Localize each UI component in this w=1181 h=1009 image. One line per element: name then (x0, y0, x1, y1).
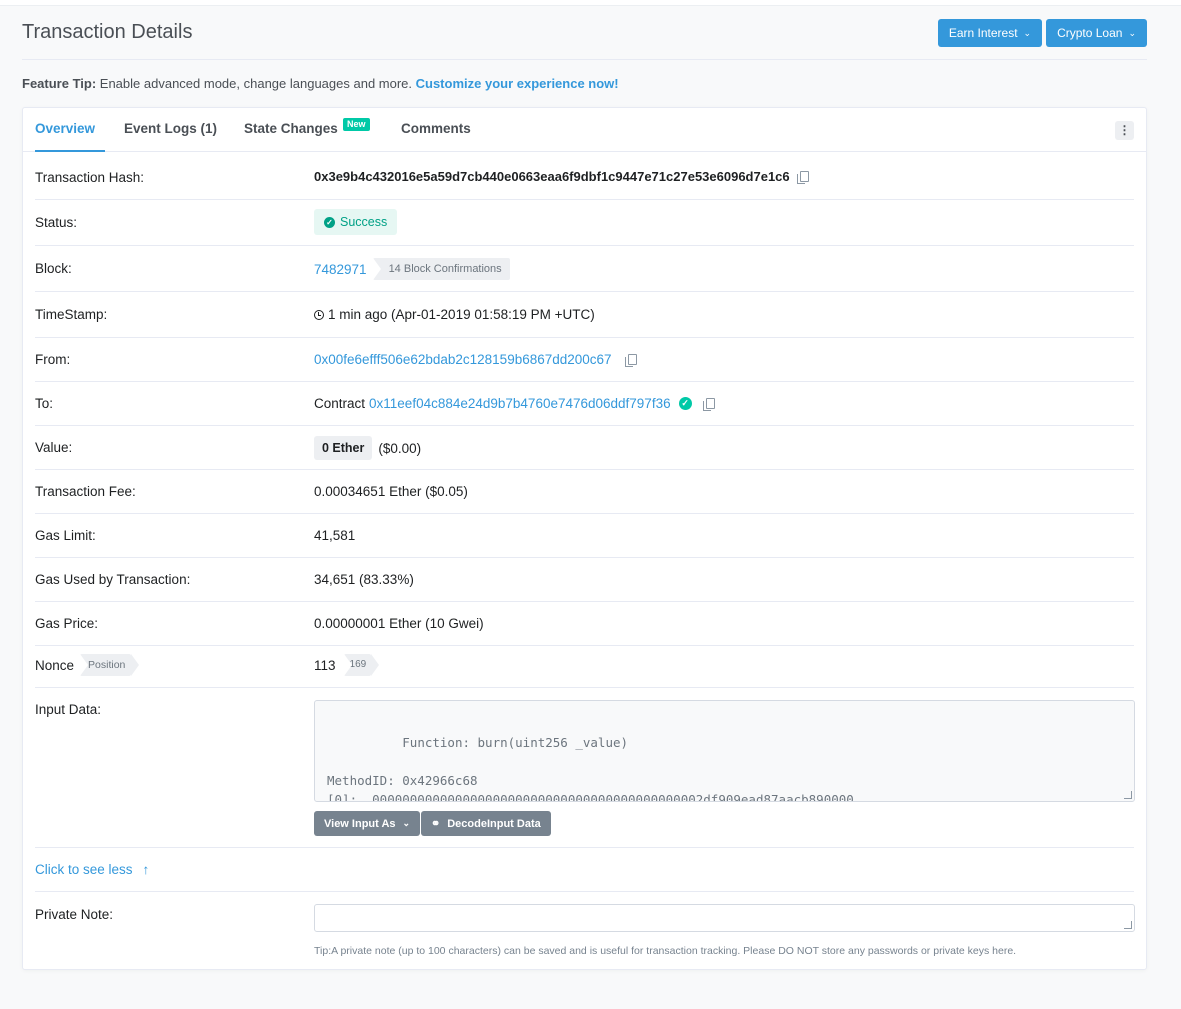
tab-comments[interactable]: Comments (401, 108, 471, 152)
hash-value-wrap: 0x3e9b4c432016e5a59d7cb440e0663eaa6f9dbf… (314, 169, 809, 184)
gas-used-value: 34,651 (83.33%) (314, 572, 414, 587)
copy-icon[interactable] (702, 398, 715, 411)
tab-overview[interactable]: Overview (35, 108, 105, 152)
input-data-text: Function: burn(uint256 _value) MethodID:… (327, 735, 854, 802)
resize-handle-icon[interactable] (1124, 791, 1132, 799)
see-less-link[interactable]: Click to see less ↑ (35, 862, 149, 877)
decode-input-label: DecodeInput Data (447, 817, 541, 830)
copy-icon[interactable] (624, 354, 637, 367)
view-input-as-button[interactable]: View Input As ⌄ (314, 811, 421, 836)
row-gas-used: Gas Used by Transaction: 34,651 (83.33%) (35, 558, 1134, 602)
block-label: Block: (35, 261, 72, 276)
row-block: Block: 7482971 14 Block Confirmations (35, 246, 1134, 292)
block-number-link[interactable]: 7482971 (314, 262, 367, 277)
chevron-down-icon: ⌄ (402, 818, 411, 828)
decode-input-button[interactable]: ⚭ DecodeInput Data (421, 811, 551, 836)
from-address-link[interactable]: 0x00fe6efff506e62bdab2c128159b6867dd200c… (314, 352, 612, 367)
from-value-wrap: 0x00fe6efff506e62bdab2c128159b6867dd200c… (314, 352, 637, 367)
earn-interest-label: Earn Interest (948, 26, 1018, 40)
to-prefix: Contract (314, 396, 366, 411)
earn-interest-button[interactable]: Earn Interest ⌄ (937, 19, 1043, 47)
from-label: From: (35, 352, 71, 367)
feature-tip: Feature Tip: Enable advanced mode, chang… (22, 76, 619, 91)
row-timestamp: TimeStamp: 1 min ago (Apr-01-2019 01:58:… (35, 292, 1134, 338)
row-gas-limit: Gas Limit: 41,581 (35, 514, 1134, 558)
input-data-textarea[interactable]: Function: burn(uint256 _value) MethodID:… (314, 700, 1135, 802)
row-see-less: Click to see less ↑ (35, 848, 1134, 892)
value-wrap: 0 Ether ($0.00) (314, 436, 421, 460)
header-buttons: Earn Interest ⌄ Crypto Loan ⌄ (937, 19, 1147, 47)
position-value-badge: 169 (343, 654, 379, 676)
feature-tip-label: Feature Tip: (22, 76, 97, 91)
status-badge: ✓ Success (314, 209, 398, 235)
timestamp-value: 1 min ago (Apr-01-2019 01:58:19 PM +UTC) (328, 307, 595, 322)
gas-price-value: 0.00000001 Ether (10 Gwei) (314, 616, 484, 631)
timestamp-label: TimeStamp: (35, 307, 108, 322)
chevron-down-icon: ⌄ (1128, 27, 1136, 38)
to-label: To: (35, 396, 54, 411)
private-note-tip: Tip:A private note (up to 100 characters… (314, 945, 1017, 957)
page-header: Transaction Details Earn Interest ⌄ Cryp… (22, 6, 1147, 60)
nonce-value: 113 (314, 657, 336, 673)
fee-value: 0.00034651 Ether ($0.05) (314, 484, 468, 499)
block-value-wrap: 7482971 14 Block Confirmations (314, 258, 510, 280)
status-text: Success (340, 215, 388, 229)
fee-label: Transaction Fee: (35, 484, 136, 499)
row-status: Status: ✓ Success (35, 200, 1134, 246)
row-transaction-hash: Transaction Hash: 0x3e9b4c432016e5a59d7c… (35, 152, 1134, 200)
to-value-wrap: Contract 0x11eef04c884e24d9b7b4760e7476d… (314, 396, 715, 411)
tab-state-changes[interactable]: State Changes (244, 108, 338, 152)
see-less-text: Click to see less (35, 862, 133, 877)
feature-tip-text: Enable advanced mode, change languages a… (96, 76, 416, 91)
verified-check-icon: ✓ (678, 397, 692, 410)
main-container: Transaction Details Earn Interest ⌄ Cryp… (22, 6, 1147, 970)
row-from: From: 0x00fe6efff506e62bdab2c128159b6867… (35, 338, 1134, 382)
input-data-label: Input Data: (35, 702, 102, 717)
hash-label: Transaction Hash: (35, 170, 145, 185)
nonce-label: Nonce (35, 657, 75, 673)
row-value: Value: 0 Ether ($0.00) (35, 426, 1134, 470)
check-circle-icon: ✓ (324, 216, 335, 228)
gas-limit-label: Gas Limit: (35, 528, 96, 543)
gas-limit-value: 41,581 (314, 528, 356, 543)
row-to: To: Contract 0x11eef04c884e24d9b7b4760e7… (35, 382, 1134, 426)
to-address-link[interactable]: 0x11eef04c884e24d9b7b4760e7476d06ddf797f… (369, 396, 671, 411)
row-transaction-fee: Transaction Fee: 0.00034651 Ether ($0.05… (35, 470, 1134, 514)
clock-icon (314, 309, 324, 320)
nonce-value-wrap: 113 169 (314, 654, 379, 676)
nonce-label-wrap: Nonce Position (35, 654, 140, 676)
new-badge: New (343, 118, 370, 131)
private-note-input[interactable] (314, 904, 1135, 932)
decode-icon: ⚭ (431, 818, 441, 830)
crypto-loan-label: Crypto Loan (1057, 26, 1123, 40)
view-input-as-label: View Input As (324, 817, 396, 830)
arrow-up-icon: ↑ (142, 862, 150, 877)
customize-link[interactable]: Customize your experience now! (416, 76, 619, 91)
value-label: Value: (35, 440, 73, 455)
transaction-card: Overview Event Logs (1) State Changes Ne… (22, 107, 1147, 970)
copy-icon[interactable] (796, 171, 809, 184)
value-usd: ($0.00) (378, 440, 422, 456)
page-title: Transaction Details (22, 21, 193, 43)
status-label: Status: (35, 215, 78, 230)
status-value-wrap: ✓ Success (314, 209, 398, 235)
row-nonce: Nonce Position 113 169 (35, 646, 1134, 688)
private-note-label: Private Note: (35, 907, 114, 922)
tab-event-logs[interactable]: Event Logs (1) (124, 108, 217, 152)
position-badge: Position (80, 654, 140, 676)
row-private-note: Private Note: Tip:A private note (up to … (35, 892, 1135, 972)
row-input-data: Input Data: Function: burn(uint256 _valu… (35, 688, 1135, 848)
gas-used-label: Gas Used by Transaction: (35, 572, 191, 587)
ether-amount-badge: 0 Ether (314, 436, 373, 460)
gas-price-label: Gas Price: (35, 616, 99, 631)
hash-value: 0x3e9b4c432016e5a59d7cb440e0663eaa6f9dbf… (314, 169, 790, 184)
resize-handle-icon[interactable] (1124, 921, 1132, 929)
more-vertical-icon[interactable]: ⋮ (1115, 121, 1134, 140)
row-gas-price: Gas Price: 0.00000001 Ether (10 Gwei) (35, 602, 1134, 646)
timestamp-value-wrap: 1 min ago (Apr-01-2019 01:58:19 PM +UTC) (314, 307, 595, 322)
tab-bar: Overview Event Logs (1) State Changes Ne… (23, 108, 1146, 152)
chevron-down-icon: ⌄ (1023, 27, 1032, 38)
block-confirmations-badge: 14 Block Confirmations (372, 258, 510, 280)
crypto-loan-button[interactable]: Crypto Loan ⌄ (1046, 19, 1147, 47)
